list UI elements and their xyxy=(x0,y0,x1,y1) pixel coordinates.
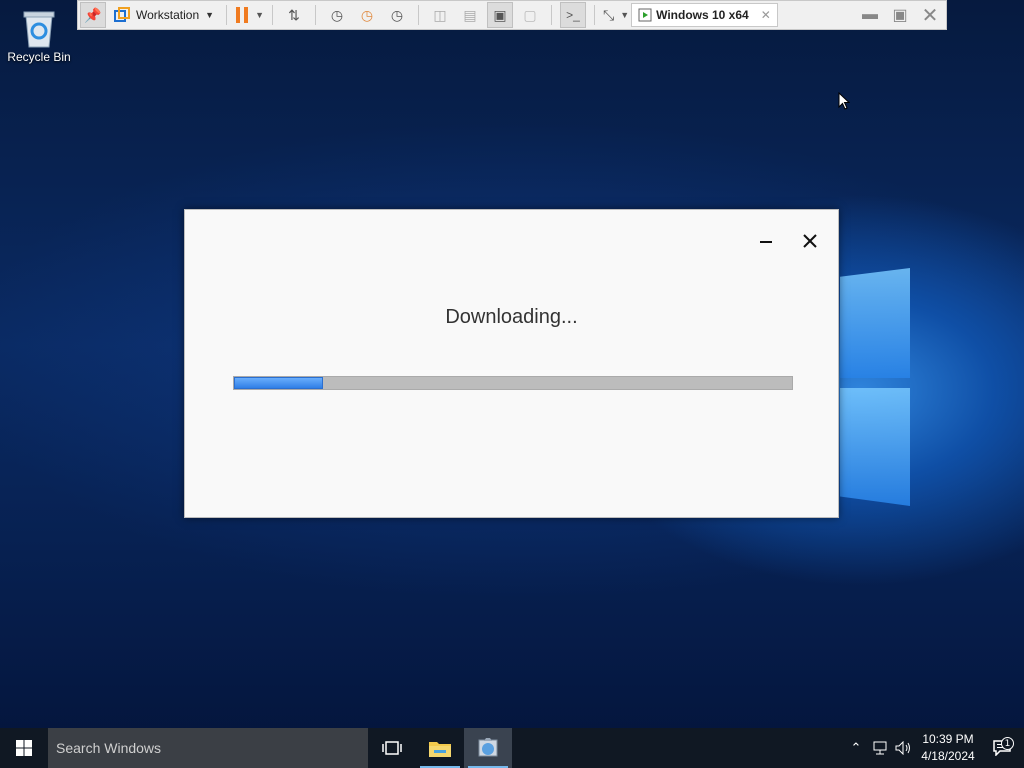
pin-icon[interactable]: 📌 xyxy=(80,2,106,28)
desktop-icon-label: Recycle Bin xyxy=(7,50,71,64)
vm-tab-label: Windows 10 x64 xyxy=(656,8,749,22)
windows-logo-wallpaper xyxy=(834,268,912,508)
download-progress-bar xyxy=(233,376,793,390)
window-close-icon[interactable]: ✕ xyxy=(918,4,942,27)
taskbar-installer-app[interactable] xyxy=(464,728,512,768)
full-screen-button[interactable]: ⤡ ▼ xyxy=(603,2,629,28)
notification-count-badge: 1 xyxy=(1001,737,1014,750)
close-icon[interactable] xyxy=(795,228,825,254)
chevron-down-icon: ▼ xyxy=(205,10,215,20)
file-explorer-icon xyxy=(429,742,451,757)
toolbar-separator xyxy=(593,5,595,25)
window-minimize-icon[interactable]: ▬ xyxy=(858,4,882,26)
minimize-icon[interactable] xyxy=(751,228,781,254)
vm-running-icon xyxy=(638,8,652,22)
window-restore-icon[interactable]: ▣ xyxy=(888,4,912,26)
snapshot-manager-icon[interactable]: ◷ xyxy=(384,2,410,28)
revert-snapshot-icon[interactable]: ◷ xyxy=(354,2,380,28)
clock-time: 10:39 PM xyxy=(922,732,974,746)
fit-guest-icon[interactable]: ▣ xyxy=(486,2,513,28)
console-icon[interactable]: >_ xyxy=(559,2,586,28)
action-center-button[interactable]: 1 xyxy=(980,737,1024,756)
chevron-down-icon: ▼ xyxy=(620,10,630,20)
toolbar-separator xyxy=(271,5,273,25)
download-dialog: Downloading... xyxy=(184,209,839,518)
clock[interactable]: 10:39 PM 4/18/2024 xyxy=(916,731,980,765)
full-screen-icon: ⤡ xyxy=(602,6,615,23)
network-icon[interactable] xyxy=(868,741,892,755)
toolbar-separator xyxy=(314,5,316,25)
task-view-icon xyxy=(382,741,402,755)
pause-icon xyxy=(236,7,249,23)
recycle-bin-icon xyxy=(22,8,56,48)
download-progress-fill xyxy=(234,377,324,389)
snapshot-icon[interactable]: ◷ xyxy=(324,2,350,28)
taskbar: Search Windows ⌃ 10:39 PM 4/18/2024 1 xyxy=(0,728,1024,768)
task-view-button[interactable] xyxy=(368,728,416,768)
workstation-menu-label: Workstation xyxy=(136,8,200,22)
start-button[interactable] xyxy=(0,728,48,768)
workstation-menu[interactable]: Workstation ▼ xyxy=(110,2,218,28)
installer-app-icon xyxy=(478,738,498,757)
vmware-logo-icon xyxy=(114,7,130,22)
chevron-up-icon[interactable]: ⌃ xyxy=(844,741,868,756)
view-sidebar-icon[interactable]: ◫ xyxy=(427,2,453,28)
desktop-icon-recycle-bin[interactable]: Recycle Bin xyxy=(4,6,74,78)
tab-vm-windows10[interactable]: Windows 10 x64 ✕ xyxy=(631,3,778,27)
toolbar-separator xyxy=(226,5,228,25)
send-ctrl-alt-del-icon[interactable]: ⇅ xyxy=(281,2,307,28)
unity-icon[interactable]: ▢ xyxy=(517,2,543,28)
pause-button[interactable]: ▼ xyxy=(235,2,264,28)
toolbar-separator xyxy=(550,5,552,25)
clock-date: 4/18/2024 xyxy=(921,749,975,763)
search-box[interactable]: Search Windows xyxy=(48,728,368,768)
mouse-cursor-icon xyxy=(838,92,850,110)
windows-start-icon xyxy=(16,740,32,756)
system-tray: ⌃ 10:39 PM 4/18/2024 1 xyxy=(844,728,1024,768)
close-tab-icon[interactable]: ✕ xyxy=(761,8,771,22)
chevron-down-icon: ▼ xyxy=(255,10,264,20)
volume-icon[interactable] xyxy=(892,741,916,755)
taskbar-file-explorer[interactable] xyxy=(416,728,464,768)
view-thumbnail-icon[interactable]: ▤ xyxy=(457,2,483,28)
download-status-text: Downloading... xyxy=(445,306,578,328)
vmware-toolbar: 📌 Workstation ▼ ▼ ⇅ ◷ ◷ ◷ ◫ ▤ ▣ ▢ >_ ⤡ ▼… xyxy=(77,0,947,30)
search-placeholder: Search Windows xyxy=(56,740,162,756)
toolbar-separator xyxy=(417,5,419,25)
